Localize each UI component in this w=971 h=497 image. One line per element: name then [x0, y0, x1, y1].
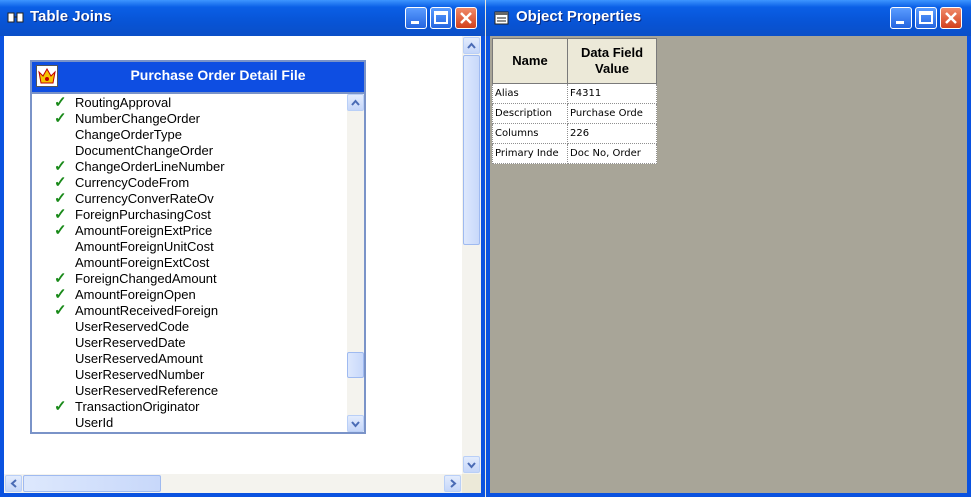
- table-row[interactable]: Primary Inde Doc No, Order: [492, 143, 657, 164]
- title-bar[interactable]: Table Joins: [0, 0, 485, 36]
- field-label: AmountForeignExtCost: [75, 255, 210, 270]
- property-value-cell[interactable]: Doc No, Order: [567, 143, 657, 164]
- properties-icon: [494, 11, 509, 25]
- cell-text: F4311: [570, 88, 602, 99]
- field-label: ForeignPurchasingCost: [75, 207, 211, 222]
- property-value-cell[interactable]: F4311: [567, 83, 657, 104]
- close-icon: [945, 12, 957, 24]
- chevron-up-icon: [467, 42, 476, 49]
- cell-text: Columns: [495, 128, 539, 139]
- checkmark-icon: ✓: [54, 302, 67, 319]
- scroll-up-button[interactable]: [347, 94, 364, 111]
- field-label: AmountReceivedForeign: [75, 303, 219, 318]
- table-row[interactable]: Columns 226: [492, 123, 657, 144]
- maximize-icon: [434, 11, 448, 24]
- scroll-thumb[interactable]: [463, 55, 480, 245]
- field-label: CurrencyCodeFrom: [75, 175, 190, 190]
- field-label: UserId: [75, 415, 114, 430]
- checkmark-icon: ✓: [54, 110, 67, 127]
- canvas-vertical-scrollbar[interactable]: [462, 36, 481, 474]
- properties-panel: Name Data Field Value Alias F4311 Descript…: [490, 36, 967, 493]
- cell-text: Doc No, Order: [570, 148, 641, 159]
- joins-canvas[interactable]: Purchase Order Detail File ✓ RoutingAppro…: [4, 36, 481, 493]
- table-row[interactable]: Alias F4311: [492, 83, 657, 104]
- property-name-cell[interactable]: Columns: [492, 123, 568, 144]
- property-value-cell[interactable]: 226: [567, 123, 657, 144]
- field-label: ChangeOrderType: [75, 127, 182, 142]
- maximize-button[interactable]: [915, 7, 937, 29]
- field-label: ChangeOrderLineNumber: [75, 159, 225, 174]
- field-list[interactable]: ✓ RoutingApproval ✓ NumberChangeOrder Change…: [32, 94, 346, 432]
- property-name-cell[interactable]: Alias: [492, 83, 568, 104]
- window-title: Table Joins: [30, 8, 112, 25]
- scroll-up-button[interactable]: [463, 37, 480, 54]
- field-label: AmountForeignOpen: [75, 287, 196, 302]
- properties-grid[interactable]: Name Data Field Value Alias F4311 Descript…: [492, 38, 657, 164]
- field-label: ForeignChangedAmount: [75, 271, 217, 286]
- cell-text: Purchase Orde: [570, 108, 643, 119]
- minimize-button[interactable]: [405, 7, 427, 29]
- scroll-thumb[interactable]: [23, 475, 161, 492]
- chevron-left-icon: [10, 479, 17, 488]
- chevron-down-icon: [351, 421, 360, 428]
- window-title: Object Properties: [516, 8, 642, 25]
- scroll-down-button[interactable]: [347, 415, 364, 432]
- field-label: RoutingApproval: [75, 95, 172, 110]
- field-label: UserReservedCode: [75, 319, 190, 334]
- maximize-button[interactable]: [430, 7, 452, 29]
- chevron-right-icon: [450, 479, 457, 488]
- field-label: TransactionOriginator: [75, 399, 200, 414]
- minimize-icon: [411, 21, 419, 24]
- chevron-up-icon: [351, 99, 360, 106]
- checkmark-icon: ✓: [54, 222, 67, 239]
- property-name-cell[interactable]: Description: [492, 103, 568, 124]
- field-list-scrollbar[interactable]: [347, 94, 364, 432]
- object-properties-window: Object Properties Name Data Field Value …: [486, 0, 971, 497]
- scroll-left-button[interactable]: [5, 475, 22, 492]
- field-label: UserReservedDate: [75, 335, 186, 350]
- property-name-cell[interactable]: Primary Inde: [492, 143, 568, 164]
- title-bar[interactable]: Object Properties: [486, 0, 971, 36]
- table-box[interactable]: Purchase Order Detail File ✓ RoutingAppro…: [30, 60, 366, 434]
- cell-text: Description: [495, 108, 552, 119]
- field-label: UserReservedReference: [75, 383, 219, 398]
- close-icon: [460, 12, 472, 24]
- field-label: CurrencyConverRateOv: [75, 191, 214, 206]
- size-grip[interactable]: [462, 474, 481, 493]
- column-header-name[interactable]: Name: [492, 38, 568, 84]
- close-button[interactable]: [455, 7, 477, 29]
- scroll-down-button[interactable]: [463, 456, 480, 473]
- field-label: AmountForeignUnitCost: [75, 239, 214, 254]
- minimize-icon: [896, 21, 904, 24]
- chevron-down-icon: [467, 462, 476, 469]
- cell-text: Primary Inde: [495, 148, 559, 159]
- scroll-right-button[interactable]: [444, 475, 461, 492]
- checkmark-icon: ✓: [54, 398, 67, 415]
- field-label: NumberChangeOrder: [75, 111, 201, 126]
- column-header-value[interactable]: Data Field Value: [567, 38, 657, 84]
- property-value-cell[interactable]: Purchase Orde: [567, 103, 657, 124]
- field-label: UserReservedNumber: [75, 367, 205, 382]
- canvas-horizontal-scrollbar[interactable]: [4, 474, 462, 493]
- table-box-title: Purchase Order Detail File: [130, 67, 306, 83]
- table-crown-icon: [36, 65, 58, 87]
- maximize-icon: [919, 11, 933, 24]
- field-label: UserReservedAmount: [75, 351, 203, 366]
- close-button[interactable]: [940, 7, 962, 29]
- cell-text: Alias: [495, 88, 519, 99]
- table-row[interactable]: Description Purchase Orde: [492, 103, 657, 124]
- field-label: AmountForeignExtPrice: [75, 223, 213, 238]
- cell-text: 226: [570, 128, 590, 139]
- minimize-button[interactable]: [890, 7, 912, 29]
- table-box-header[interactable]: Purchase Order Detail File: [32, 62, 364, 94]
- table-joins-window: Table Joins Purchase Order Detail File ✓…: [0, 0, 485, 497]
- field-label: DocumentChangeOrder: [75, 143, 214, 158]
- table-joins-icon: [7, 12, 24, 23]
- scroll-thumb[interactable]: [347, 352, 364, 378]
